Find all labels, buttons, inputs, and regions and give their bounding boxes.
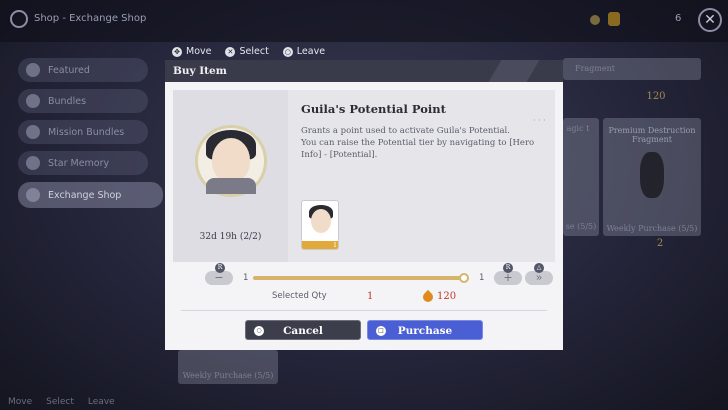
description-line: You can raise the Potential tier by navi… (301, 138, 535, 160)
sidebar-item-label: Featured (48, 64, 90, 76)
thumbnail-count: 1 (302, 241, 338, 249)
fragment-price: 120 (646, 91, 666, 102)
hint-label: Select (46, 397, 74, 407)
hint-label: Move (186, 46, 212, 57)
dpad-icon: ✥ (172, 46, 182, 57)
total-price: 120 (420, 289, 457, 304)
qty-max: 1 (479, 273, 485, 283)
card-purchase-limit: se (5/5) (565, 222, 597, 231)
circle-button-icon: ○ (254, 326, 264, 336)
star-icon (26, 156, 40, 170)
r-button-icon: R (215, 263, 225, 273)
triangle-button-icon: △ (534, 263, 544, 273)
breadcrumb: Shop - Exchange Shop (34, 13, 147, 24)
circle-button-icon: ○ (282, 46, 293, 57)
sidebar-item-label: Exchange Shop (48, 189, 122, 201)
item-description: Grants a point used to activate Guila's … (301, 125, 541, 161)
game-logo-icon (10, 10, 28, 28)
hint-label: Leave (296, 46, 326, 57)
availability-timer: 32d 19h (2/2) (199, 232, 262, 242)
hint-label: Leave (87, 397, 115, 407)
buy-item-dialog: Buy Item 32d 19h (2/2) Guila's Potential… (165, 60, 563, 350)
qty-slider[interactable] (253, 276, 465, 280)
control-hints: ✥ Move ✕ Select ○ Leave (172, 46, 325, 57)
item-portrait-panel: 32d 19h (2/2) (173, 90, 288, 262)
bundles-icon (26, 94, 40, 108)
decrease-qty-button[interactable]: − (205, 271, 233, 285)
card-title: agic t (566, 124, 590, 133)
qty-slider-handle[interactable] (459, 273, 469, 283)
more-icon: · · · (533, 116, 546, 125)
hint-label: Move (8, 397, 33, 407)
shop-card-magic[interactable] (563, 118, 599, 236)
exchange-icon (26, 188, 40, 202)
square-button-icon: □ (376, 326, 386, 336)
featured-icon (26, 63, 40, 77)
currency-icon (420, 289, 436, 304)
increase-qty-button[interactable]: + (494, 271, 522, 285)
bottom-hints: Move Select Leave (0, 394, 728, 410)
header-decoration (488, 60, 540, 82)
hint-select: ✕ Select (225, 46, 269, 57)
hint-move: ✥ Move (172, 46, 211, 57)
ticket-icon (608, 12, 620, 26)
cancel-button[interactable]: ○ Cancel (245, 320, 361, 340)
purchase-label: Purchase (397, 325, 453, 337)
top-bar: Shop - Exchange Shop 6 ✕ (0, 0, 728, 42)
currency-count: 6 (675, 13, 682, 24)
price-value: 120 (437, 291, 457, 302)
cross-button-icon: ✕ (225, 46, 236, 57)
sidebar-item-exchange-shop[interactable]: Exchange Shop (18, 182, 163, 208)
purchase-button[interactable]: □ Purchase (367, 320, 483, 340)
item-thumbnail[interactable]: 1 (301, 200, 339, 250)
card-price: 2 (656, 238, 664, 249)
item-panel: 32d 19h (2/2) Guila's Potential Point · … (173, 90, 555, 262)
sidebar-item-star-memory[interactable]: Star Memory (18, 151, 148, 175)
sidebar-item-featured[interactable]: Featured (18, 58, 148, 82)
sidebar-item-mission-bundles[interactable]: Mission Bundles (18, 120, 148, 144)
dialog-title: Buy Item (173, 65, 227, 77)
card-title: Premium Destruction Fragment (608, 126, 696, 144)
mission-icon (26, 125, 40, 139)
card-purchase-limit: Weekly Purchase (5/5) (606, 224, 698, 233)
hint-leave: ○ Leave (282, 46, 326, 57)
close-button[interactable]: ✕ (698, 8, 722, 32)
max-qty-button[interactable]: » (525, 271, 553, 285)
sidebar-item-label: Bundles (48, 95, 87, 107)
dialog-header: Buy Item (165, 60, 563, 82)
hint-label: Select (239, 46, 269, 57)
cancel-label: Cancel (283, 325, 323, 337)
sidebar-item-bundles[interactable]: Bundles (18, 89, 148, 113)
currency-icon (590, 15, 600, 25)
qty-min: 1 (243, 273, 249, 283)
divider (181, 310, 547, 311)
sidebar-item-label: Star Memory (48, 157, 110, 169)
description-line: Grants a point used to activate Guila's … (301, 126, 510, 136)
fragment-crystal-icon (640, 152, 664, 198)
r-button-icon: R (503, 263, 513, 273)
card-purchase-limit: Weekly Purchase (5/5) (182, 371, 274, 380)
item-name: Guila's Potential Point (301, 102, 446, 116)
fragment-tab-label: Fragment (575, 64, 615, 73)
selected-qty-value: 1 (367, 291, 374, 302)
selected-qty-label: Selected Qty (272, 291, 327, 301)
hero-portrait-icon (195, 125, 267, 197)
sidebar-item-label: Mission Bundles (48, 126, 125, 138)
